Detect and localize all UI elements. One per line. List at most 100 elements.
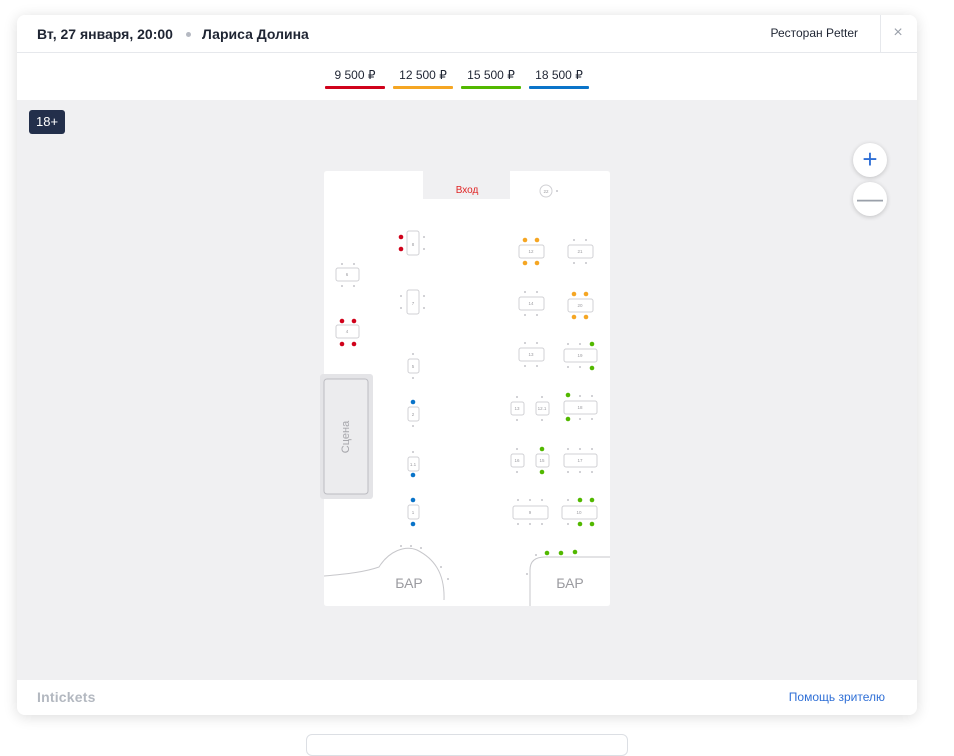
price-color-bar bbox=[461, 86, 521, 89]
seat-orange[interactable] bbox=[534, 237, 540, 243]
free-seat bbox=[579, 366, 581, 368]
seat-blue[interactable] bbox=[410, 472, 416, 478]
seat-green[interactable] bbox=[544, 550, 550, 556]
seat-green[interactable] bbox=[565, 416, 571, 422]
stage-label: Сцена bbox=[340, 420, 352, 453]
free-seat bbox=[567, 366, 569, 368]
price-color-bar bbox=[529, 86, 589, 89]
seat-green[interactable] bbox=[539, 446, 545, 452]
bar-right-label: БАР bbox=[556, 575, 584, 591]
seat-green[interactable] bbox=[589, 365, 595, 371]
seat-green[interactable] bbox=[577, 497, 583, 503]
price-color-bar bbox=[393, 86, 453, 89]
free-seat bbox=[529, 499, 531, 501]
free-seat bbox=[541, 396, 543, 398]
price-filter-12500[interactable]: 12 500 ₽ bbox=[393, 68, 453, 89]
free-seat bbox=[591, 418, 593, 420]
free-seat bbox=[423, 248, 425, 250]
seat-green[interactable] bbox=[589, 341, 595, 347]
free-seat bbox=[412, 377, 414, 379]
free-seat bbox=[585, 239, 587, 241]
free-seat bbox=[524, 342, 526, 344]
free-seat bbox=[579, 418, 581, 420]
free-seat bbox=[591, 395, 593, 397]
free-seat bbox=[516, 419, 518, 421]
seat-orange[interactable] bbox=[534, 260, 540, 266]
price-legend: 9 500 ₽ 12 500 ₽ 15 500 ₽ 18 500 ₽ bbox=[17, 53, 917, 100]
free-seat bbox=[412, 451, 414, 453]
seat-green[interactable] bbox=[577, 521, 583, 527]
seat-red[interactable] bbox=[351, 341, 357, 347]
price-label: 9 500 ₽ bbox=[334, 68, 376, 82]
seat-map-canvas[interactable]: 18+ + — Вход Сцена БАР БАР 22 8 6 7 4 5 … bbox=[17, 100, 917, 680]
table-number: 12 bbox=[528, 249, 534, 254]
hall-plan-modal: Вт, 27 января, 20:00 Лариса Долина Ресто… bbox=[17, 15, 917, 715]
table-number: 20 bbox=[577, 303, 583, 308]
intickets-logo: Intickets bbox=[37, 689, 96, 705]
free-seat bbox=[556, 190, 558, 192]
seat-red[interactable] bbox=[351, 318, 357, 324]
table-number: 1.1 bbox=[410, 462, 417, 467]
seat-green[interactable] bbox=[589, 497, 595, 503]
seat-orange[interactable] bbox=[522, 237, 528, 243]
table-number: 21 bbox=[577, 249, 583, 254]
seat-orange[interactable] bbox=[522, 260, 528, 266]
free-seat bbox=[579, 448, 581, 450]
price-label: 12 500 ₽ bbox=[399, 68, 447, 82]
seat-blue[interactable] bbox=[410, 497, 416, 503]
help-link[interactable]: Помощь зрителю bbox=[789, 690, 885, 704]
bar-left-label: БАР bbox=[395, 575, 423, 591]
close-icon[interactable]: × bbox=[889, 23, 907, 43]
seat-red[interactable] bbox=[339, 318, 345, 324]
seat-orange[interactable] bbox=[571, 314, 577, 320]
free-seat bbox=[423, 307, 425, 309]
free-seat bbox=[353, 263, 355, 265]
background-widget-edge bbox=[306, 734, 628, 756]
free-seat bbox=[585, 262, 587, 264]
table-number: 22 bbox=[543, 189, 549, 194]
table-number: 12.1 bbox=[538, 406, 547, 411]
free-seat bbox=[524, 365, 526, 367]
free-seat bbox=[400, 295, 402, 297]
table-number: 13 bbox=[514, 406, 520, 411]
free-seat bbox=[591, 448, 593, 450]
modal-header: Вт, 27 января, 20:00 Лариса Долина Ресто… bbox=[17, 15, 917, 53]
price-filter-18500[interactable]: 18 500 ₽ bbox=[529, 68, 589, 89]
free-seat bbox=[529, 523, 531, 525]
free-seat bbox=[536, 291, 538, 293]
price-filter-9500[interactable]: 9 500 ₽ bbox=[325, 68, 385, 89]
free-seat bbox=[516, 471, 518, 473]
seat-green[interactable] bbox=[539, 469, 545, 475]
seat-green[interactable] bbox=[558, 550, 564, 556]
free-seat bbox=[536, 342, 538, 344]
table-number: 14 bbox=[528, 301, 534, 306]
hall-plan[interactable]: Вход Сцена БАР БАР 22 8 6 7 4 5 2 1.1 1 … bbox=[17, 100, 917, 680]
free-seat bbox=[400, 307, 402, 309]
price-label: 15 500 ₽ bbox=[467, 68, 515, 82]
price-filter-15500[interactable]: 15 500 ₽ bbox=[461, 68, 521, 89]
free-seat bbox=[353, 285, 355, 287]
free-seat bbox=[524, 314, 526, 316]
seat-orange[interactable] bbox=[571, 291, 577, 297]
price-label: 18 500 ₽ bbox=[535, 68, 583, 82]
free-seat bbox=[567, 523, 569, 525]
table-number: 16 bbox=[514, 458, 520, 463]
seat-red[interactable] bbox=[398, 234, 404, 240]
entrance-label: Вход bbox=[456, 185, 479, 196]
event-artist: Лариса Долина bbox=[202, 26, 309, 42]
table-number: 13 bbox=[528, 352, 534, 357]
seat-green[interactable] bbox=[565, 392, 571, 398]
seat-green[interactable] bbox=[572, 549, 578, 555]
free-seat bbox=[579, 471, 581, 473]
seat-green[interactable] bbox=[589, 521, 595, 527]
price-color-bar bbox=[325, 86, 385, 89]
seat-red[interactable] bbox=[398, 246, 404, 252]
seat-blue[interactable] bbox=[410, 399, 416, 405]
header-divider bbox=[880, 15, 881, 52]
seat-orange[interactable] bbox=[583, 291, 589, 297]
seat-blue[interactable] bbox=[410, 521, 416, 527]
seat-red[interactable] bbox=[339, 341, 345, 347]
seat-orange[interactable] bbox=[583, 314, 589, 320]
table-number: 17 bbox=[577, 458, 583, 463]
separator-dot bbox=[186, 32, 191, 37]
